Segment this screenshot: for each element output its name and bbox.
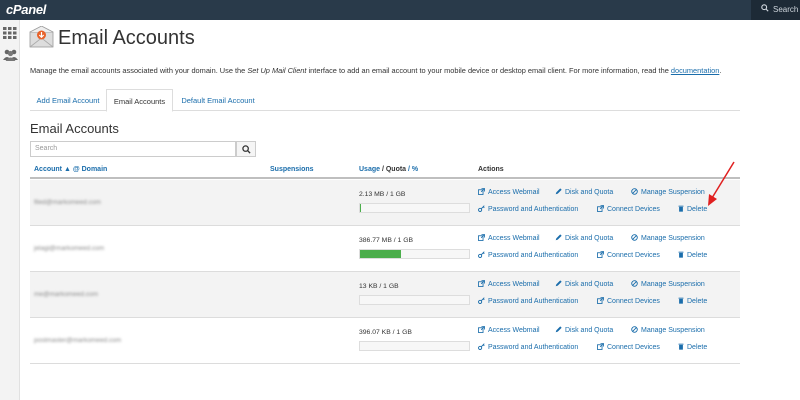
external-link-icon	[478, 326, 485, 335]
key-icon	[478, 343, 485, 352]
key-icon	[478, 251, 485, 260]
users-icon[interactable]	[3, 49, 18, 61]
grid-icon[interactable]	[3, 27, 17, 39]
account-column-header[interactable]: Account ▲ @ Domain	[34, 166, 107, 173]
account-address: postmaster@markomeed.com	[34, 337, 122, 344]
usage-bar	[359, 341, 470, 351]
external-link-icon	[478, 280, 485, 289]
page-title: Email Accounts	[58, 27, 195, 49]
connect-devices-link[interactable]: Connect Devices	[597, 205, 660, 214]
key-icon	[478, 205, 485, 214]
password-and-authentication-link[interactable]: Password and Authentication	[478, 205, 578, 214]
ban-icon	[631, 188, 638, 197]
sort-asc-icon: ▲	[63, 166, 71, 173]
delete-link[interactable]: Delete	[678, 343, 707, 352]
table-row: postmaster@markomeed.com 396.07 KB / 1 GB…	[30, 318, 740, 364]
external-link-icon	[478, 234, 485, 243]
account-address: jelagi@markomeed.com	[34, 245, 105, 252]
global-search-input[interactable]: Search ( /	[751, 0, 800, 20]
password-and-authentication-link[interactable]: Password and Authentication	[478, 343, 578, 352]
trash-icon	[678, 297, 684, 306]
pencil-icon	[555, 234, 562, 243]
usage-text: 2.13 MB / 1 GB	[359, 191, 406, 198]
ban-icon	[631, 234, 638, 243]
manage-suspension-link[interactable]: Manage Suspension	[631, 326, 705, 335]
tab-add-email-account[interactable]: Add Email Account	[30, 89, 106, 111]
tab-bar: Add Email Account Email Accounts Default…	[30, 89, 740, 112]
connect-devices-link[interactable]: Connect Devices	[597, 343, 660, 352]
table-row: me@markomeed.com 13 KB / 1 GB Access Webma…	[30, 272, 740, 318]
usage-text: 386.77 MB / 1 GB	[359, 237, 414, 244]
external-link-icon	[478, 188, 485, 197]
access-webmail-link[interactable]: Access Webmail	[478, 326, 540, 335]
account-address: me@markomeed.com	[34, 291, 99, 298]
pencil-icon	[555, 326, 562, 335]
connect-devices-link[interactable]: Connect Devices	[597, 251, 660, 260]
tab-email-accounts[interactable]: Email Accounts	[106, 89, 173, 112]
ban-icon	[631, 326, 638, 335]
global-search-placeholder: Search ( /	[773, 5, 800, 14]
usage-bar-fill	[360, 250, 402, 258]
annotation-arrow-icon	[708, 161, 735, 206]
table-header: Account ▲ @ Domain Suspensions Usage / Q…	[30, 162, 740, 179]
trash-icon	[678, 251, 684, 260]
search-icon	[242, 145, 251, 154]
password-and-authentication-link[interactable]: Password and Authentication	[478, 251, 578, 260]
external-link-icon	[597, 205, 604, 214]
disk-and-quota-link[interactable]: Disk and Quota	[555, 188, 613, 197]
search-input[interactable]: Search	[30, 141, 236, 157]
manage-suspension-link[interactable]: Manage Suspension	[631, 188, 705, 197]
envelope-icon	[29, 26, 54, 48]
search-icon	[761, 4, 769, 12]
disk-and-quota-link[interactable]: Disk and Quota	[555, 326, 613, 335]
tab-default-email-account[interactable]: Default Email Account	[173, 89, 263, 111]
page-description: Manage the email accounts associated wit…	[30, 66, 722, 75]
documentation-link[interactable]: documentation	[671, 66, 719, 75]
delete-link[interactable]: Delete	[678, 297, 707, 306]
usage-text: 396.07 KB / 1 GB	[359, 329, 412, 336]
external-link-icon	[597, 251, 604, 260]
usage-bar	[359, 295, 470, 305]
access-webmail-link[interactable]: Access Webmail	[478, 234, 540, 243]
password-and-authentication-link[interactable]: Password and Authentication	[478, 297, 578, 306]
usage-column-header[interactable]: Usage / Quota / %	[359, 166, 418, 173]
usage-bar	[359, 203, 470, 213]
left-rail	[0, 20, 20, 400]
usage-text: 13 KB / 1 GB	[359, 283, 399, 290]
account-address: filed@markomeed.com	[34, 199, 101, 206]
delete-link[interactable]: Delete	[678, 251, 707, 260]
cpanel-logo[interactable]: cPanel	[6, 2, 46, 17]
table-row: filed@markomeed.com 2.13 MB / 1 GB Access …	[30, 180, 740, 226]
external-link-icon	[597, 343, 604, 352]
trash-icon	[678, 343, 684, 352]
disk-and-quota-link[interactable]: Disk and Quota	[555, 234, 613, 243]
access-webmail-link[interactable]: Access Webmail	[478, 188, 540, 197]
table-row: jelagi@markomeed.com 386.77 MB / 1 GB Acce…	[30, 226, 740, 272]
external-link-icon	[597, 297, 604, 306]
manage-suspension-link[interactable]: Manage Suspension	[631, 234, 705, 243]
connect-devices-link[interactable]: Connect Devices	[597, 297, 660, 306]
usage-bar	[359, 249, 470, 259]
manage-suspension-link[interactable]: Manage Suspension	[631, 280, 705, 289]
pencil-icon	[555, 280, 562, 289]
key-icon	[478, 297, 485, 306]
search-button[interactable]	[236, 141, 256, 157]
suspensions-column-header[interactable]: Suspensions	[270, 166, 314, 173]
disk-and-quota-link[interactable]: Disk and Quota	[555, 280, 613, 289]
ban-icon	[631, 280, 638, 289]
pencil-icon	[555, 188, 562, 197]
trash-icon	[678, 205, 684, 214]
top-bar: cPanel Search ( /	[0, 0, 800, 20]
actions-column-header: Actions	[478, 166, 504, 173]
access-webmail-link[interactable]: Access Webmail	[478, 280, 540, 289]
section-title: Email Accounts	[30, 121, 119, 136]
